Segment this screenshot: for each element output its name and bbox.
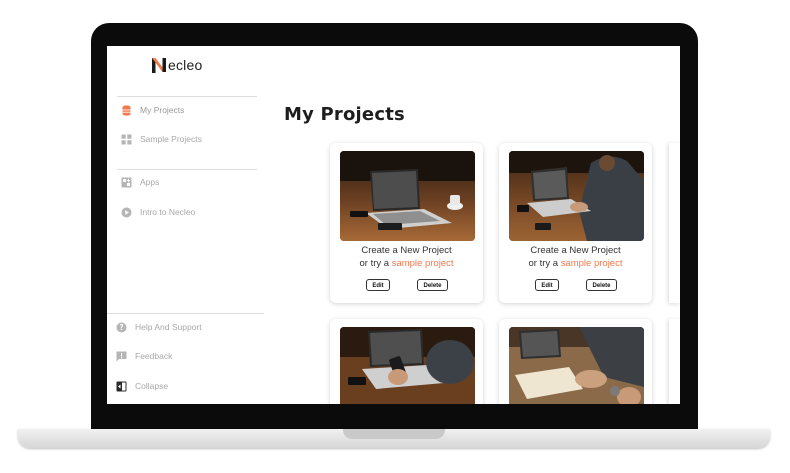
- project-card[interactable]: Create a New Project or try a sample pro…: [330, 143, 483, 303]
- sidebar-item-collapse[interactable]: Collapse: [116, 377, 168, 395]
- delete-button[interactable]: Delete: [417, 279, 448, 291]
- sidebar-item-my-projects[interactable]: My Projects: [121, 101, 184, 119]
- card-image: [340, 327, 475, 404]
- sidebar-divider: [117, 169, 257, 170]
- project-card-partial[interactable]: [669, 143, 680, 303]
- sidebar-item-intro[interactable]: Intro to Necleo: [121, 203, 195, 221]
- card-subtitle: or try a sample project: [330, 258, 483, 269]
- sample-project-link[interactable]: sample project: [392, 258, 454, 269]
- card-subtitle-prefix: or try a: [359, 258, 392, 269]
- laptop-notch: [343, 429, 445, 439]
- page-title: My Projects: [284, 104, 405, 125]
- logo-n-icon: [152, 58, 166, 73]
- svg-text:?: ?: [119, 323, 123, 332]
- sidebar-item-label: Collapse: [135, 381, 169, 391]
- logo-text: ecleo: [168, 57, 203, 73]
- delete-button[interactable]: Delete: [586, 279, 617, 291]
- necleo-logo[interactable]: ecleo: [151, 55, 202, 75]
- project-card[interactable]: [499, 319, 652, 404]
- apps-icon: [121, 177, 132, 187]
- project-card[interactable]: [330, 319, 483, 404]
- database-icon: [122, 104, 131, 116]
- sample-project-link[interactable]: sample project: [561, 258, 623, 269]
- sidebar-item-label: My Projects: [140, 105, 185, 115]
- help-icon: ?: [116, 322, 127, 332]
- sidebar-item-apps[interactable]: Apps: [121, 173, 159, 191]
- project-card-partial[interactable]: [669, 319, 680, 404]
- card-subtitle: or try a sample project: [499, 258, 652, 269]
- sidebar-divider: [107, 313, 264, 314]
- sidebar-item-label: Sample Projects: [140, 134, 202, 144]
- edit-button[interactable]: Edit: [366, 279, 390, 291]
- sidebar-item-feedback[interactable]: Feedback: [116, 347, 172, 365]
- card-title: Create a New Project: [530, 245, 621, 256]
- card-image: [509, 327, 644, 404]
- sidebar-divider: [117, 96, 257, 97]
- project-card[interactable]: Create a New Project or try a sample pro…: [499, 143, 652, 303]
- sidebar-item-label: Apps: [140, 177, 160, 187]
- sidebar-item-help[interactable]: ? Help And Support: [116, 318, 202, 336]
- sidebar-item-sample-projects[interactable]: Sample Projects: [121, 130, 202, 148]
- card-subtitle-prefix: or try a: [528, 258, 561, 269]
- play-circle-icon: [121, 207, 132, 217]
- collapse-icon: [116, 381, 127, 391]
- sidebar-item-label: Intro to Necleo: [140, 207, 196, 217]
- grid-icon: [121, 134, 132, 144]
- feedback-icon: [116, 351, 127, 361]
- app-screen: ecleo My Projects Sample Projects Apps I…: [107, 46, 680, 404]
- card-image: [340, 151, 475, 241]
- sidebar-item-label: Feedback: [135, 351, 173, 361]
- card-image: [509, 151, 644, 241]
- edit-button[interactable]: Edit: [535, 279, 559, 291]
- card-title: Create a New Project: [361, 245, 452, 256]
- sidebar-item-label: Help And Support: [135, 322, 202, 332]
